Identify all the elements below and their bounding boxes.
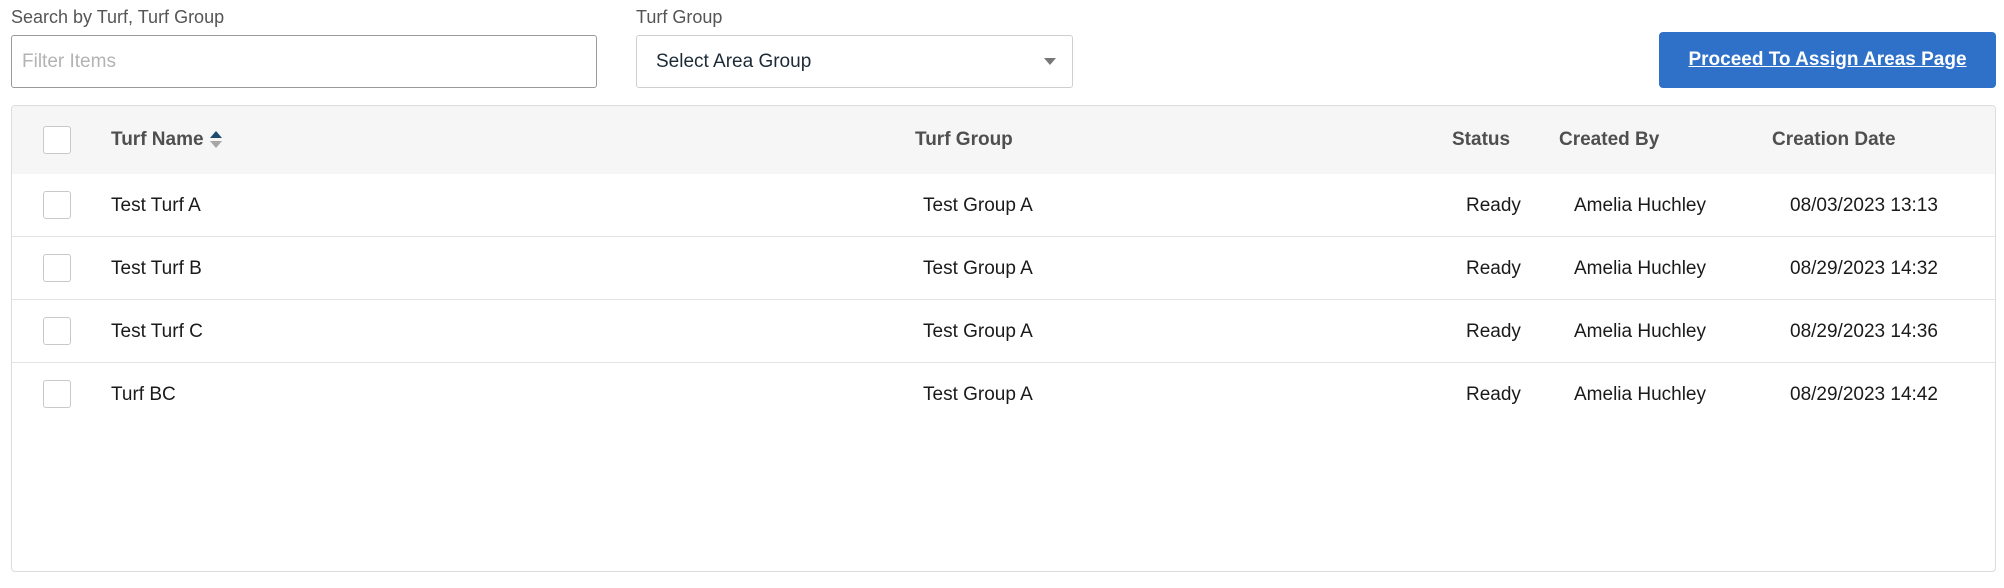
column-header-creation-date: Creation Date (1772, 129, 1896, 150)
cell-status: Ready (1466, 320, 1521, 342)
chevron-down-icon (1044, 58, 1056, 65)
row-checkbox[interactable] (43, 191, 71, 219)
row-checkbox[interactable] (43, 254, 71, 282)
table-row[interactable]: Turf BC Test Group A Ready Amelia Huchle… (12, 363, 1995, 426)
cell-created-by: Amelia Huchley (1574, 257, 1706, 279)
column-header-turf-name[interactable]: Turf Name (111, 106, 222, 174)
proceed-to-assign-areas-button[interactable]: Proceed To Assign Areas Page (1659, 32, 1996, 88)
cell-turf-group: Test Group A (923, 257, 1033, 279)
cell-creation-date: 08/29/2023 14:36 (1790, 320, 1938, 342)
table-header: Turf Name Turf Group Status Created By C… (12, 106, 1995, 174)
turf-group-selected-value: Select Area Group (656, 50, 812, 72)
cell-creation-date: 08/29/2023 14:32 (1790, 257, 1938, 279)
cell-status: Ready (1466, 383, 1521, 405)
column-header-created-by: Created By (1559, 129, 1660, 150)
turf-table: Turf Name Turf Group Status Created By C… (11, 105, 1996, 572)
cell-turf-group: Test Group A (923, 194, 1033, 216)
search-input[interactable] (11, 35, 597, 88)
cell-turf-name: Test Turf B (111, 257, 202, 279)
table-row[interactable]: Test Turf B Test Group A Ready Amelia Hu… (12, 237, 1995, 300)
column-header-turf-name-label: Turf Name (111, 129, 204, 150)
select-all-checkbox[interactable] (43, 126, 71, 154)
cell-created-by: Amelia Huchley (1574, 383, 1706, 405)
cell-turf-name: Test Turf C (111, 320, 203, 342)
cell-turf-group: Test Group A (923, 383, 1033, 405)
row-checkbox[interactable] (43, 317, 71, 345)
row-checkbox[interactable] (43, 380, 71, 408)
table-row[interactable]: Test Turf A Test Group A Ready Amelia Hu… (12, 174, 1995, 237)
cell-created-by: Amelia Huchley (1574, 194, 1706, 216)
column-header-turf-group: Turf Group (915, 129, 1013, 150)
table-row[interactable]: Test Turf C Test Group A Ready Amelia Hu… (12, 300, 1995, 363)
column-header-status: Status (1452, 129, 1511, 150)
cell-turf-name: Test Turf A (111, 194, 201, 216)
cell-creation-date: 08/03/2023 13:13 (1790, 194, 1938, 216)
turf-group-label: Turf Group (636, 7, 723, 27)
cell-status: Ready (1466, 257, 1521, 279)
cell-creation-date: 08/29/2023 14:42 (1790, 383, 1938, 405)
cell-turf-name: Turf BC (111, 383, 176, 405)
cell-status: Ready (1466, 194, 1521, 216)
search-label: Search by Turf, Turf Group (11, 7, 225, 27)
cell-turf-group: Test Group A (923, 320, 1033, 342)
cell-created-by: Amelia Huchley (1574, 320, 1706, 342)
sort-ascending-icon[interactable] (209, 131, 222, 149)
turf-group-select[interactable]: Select Area Group (636, 35, 1073, 88)
